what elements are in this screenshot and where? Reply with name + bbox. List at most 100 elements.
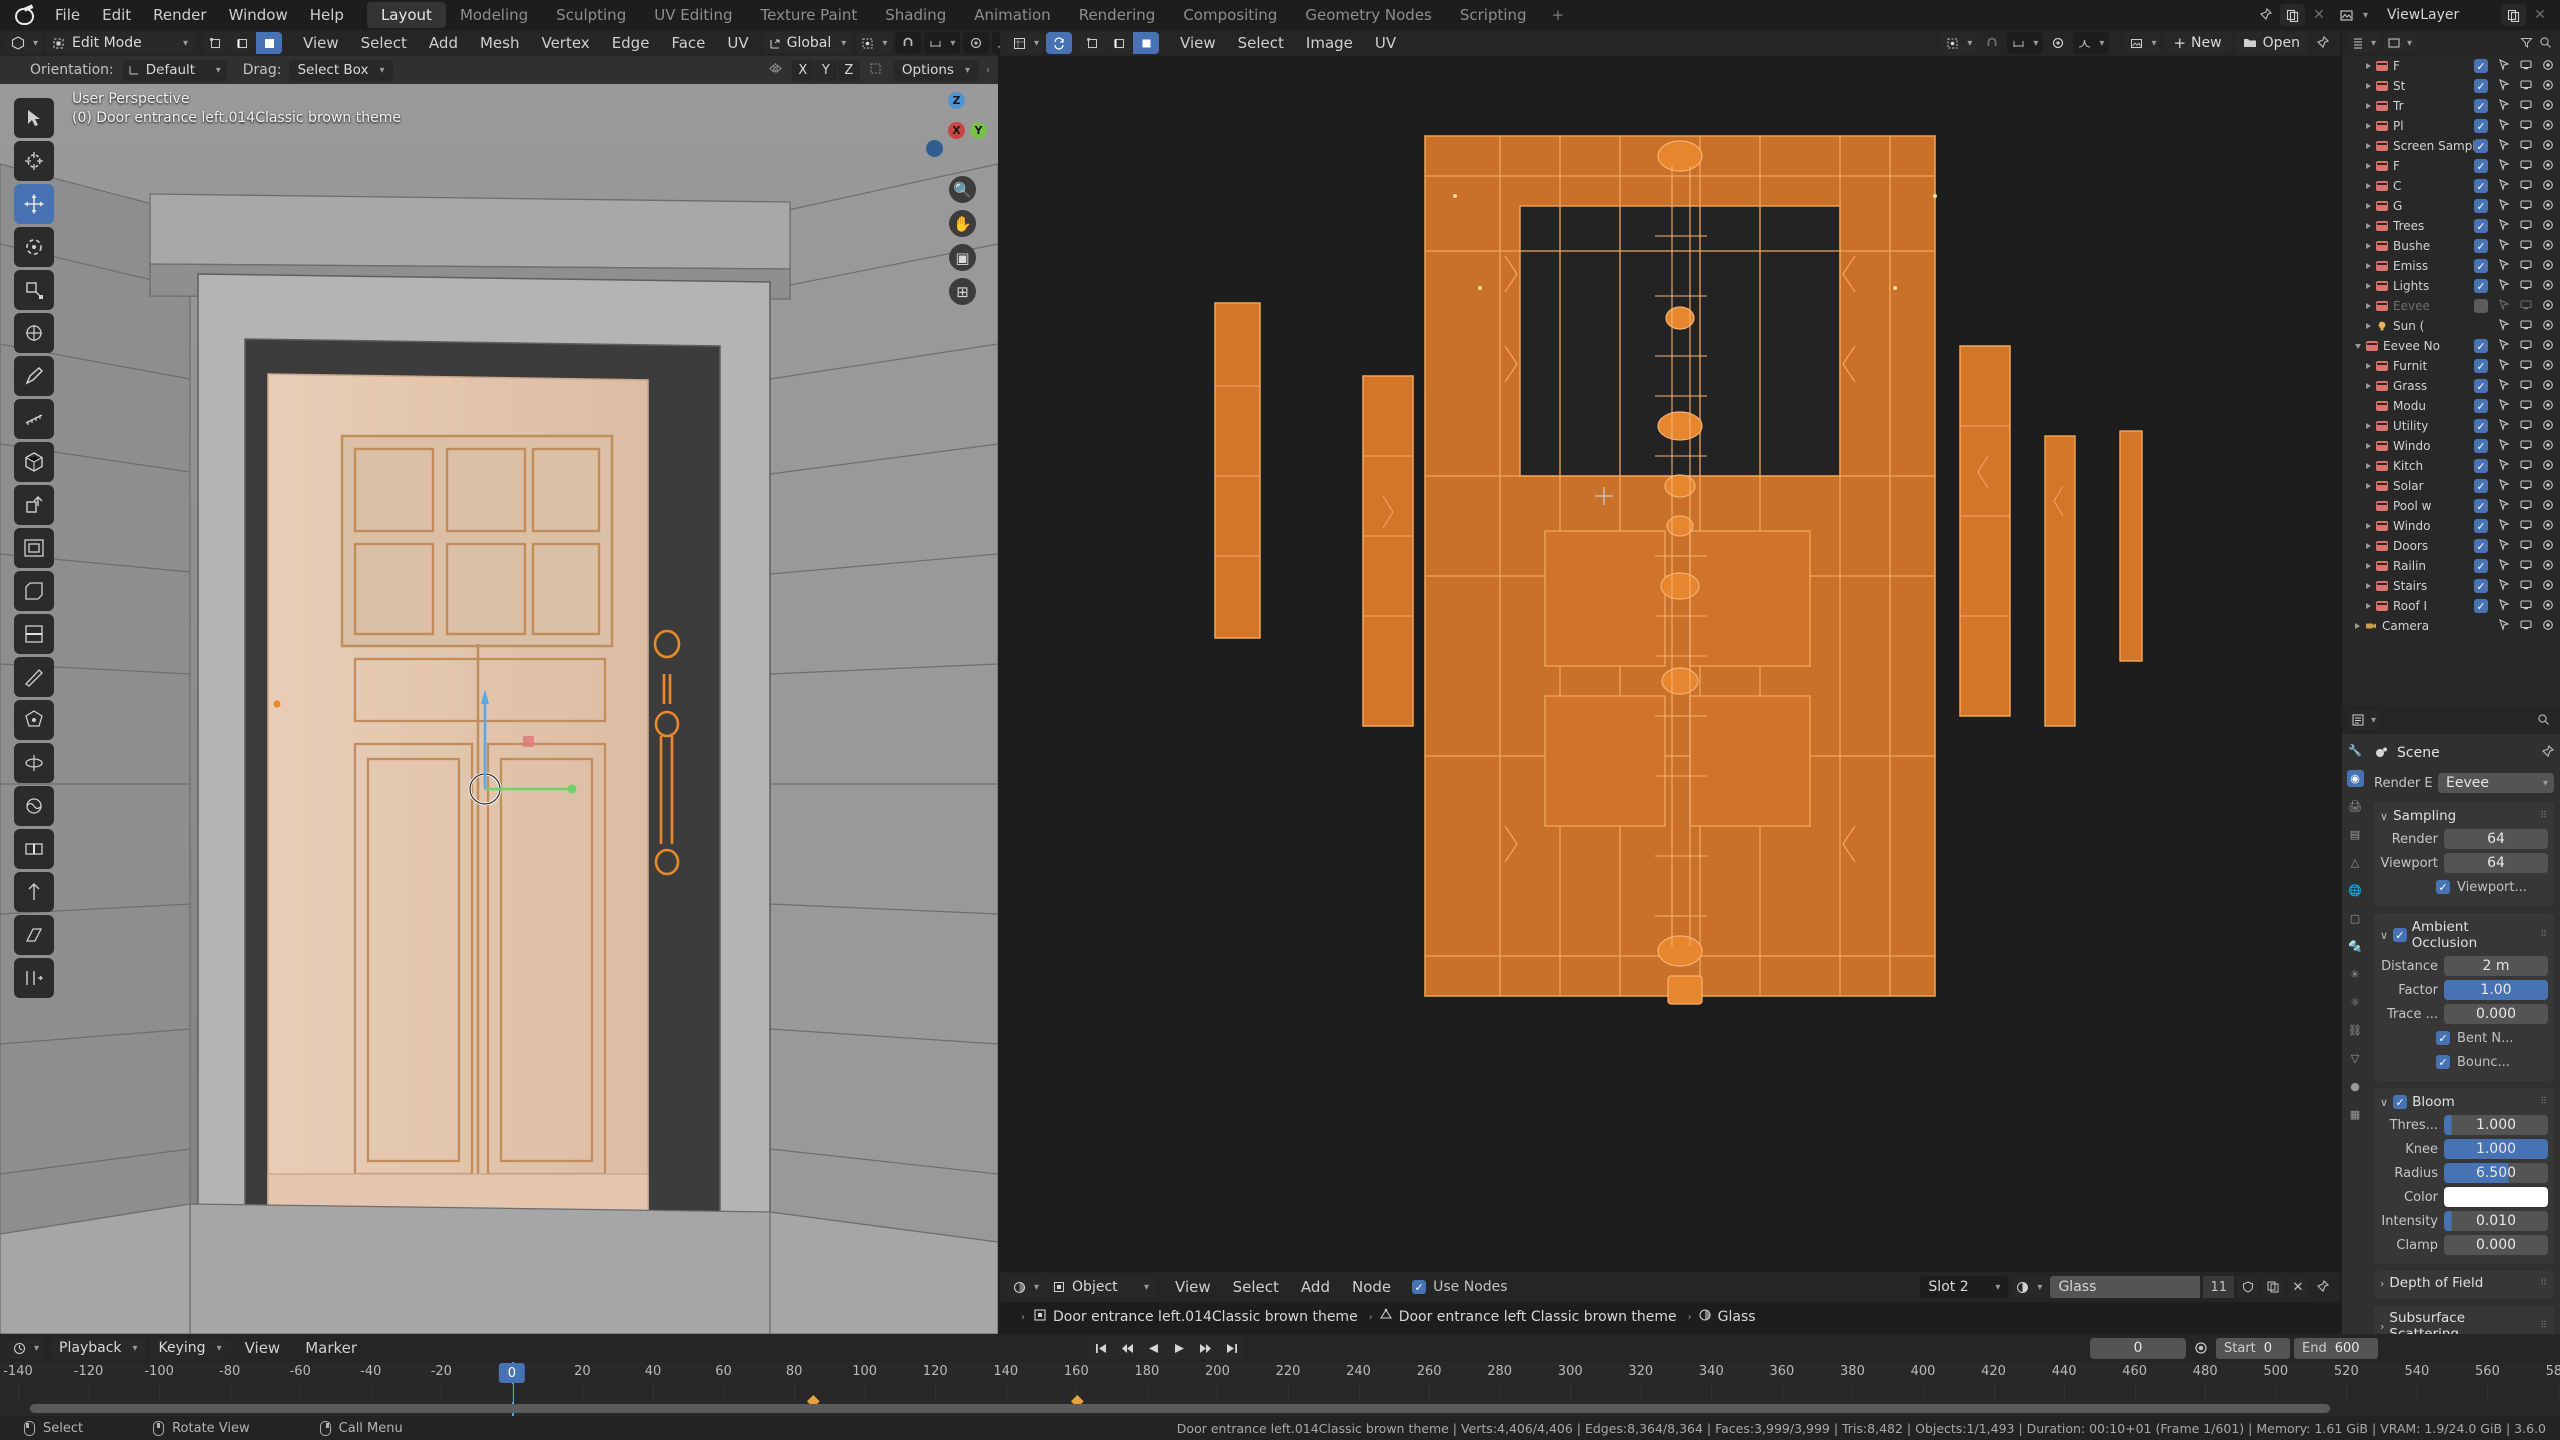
disable-in-renders-icon[interactable] [2542, 239, 2554, 254]
selectable-icon[interactable] [2498, 359, 2510, 374]
add-cube-icon[interactable] [14, 442, 54, 482]
collection-checkbox[interactable]: ✓ [2474, 379, 2488, 393]
topbar-menu-render[interactable]: Render [142, 2, 217, 28]
hide-in-viewport-icon[interactable] [2520, 259, 2532, 274]
start-frame-value[interactable]: 0 [2264, 1341, 2290, 1356]
uv-falloff-icon[interactable]: ▾ [2073, 32, 2109, 54]
end-frame-value[interactable]: 600 [2335, 1341, 2378, 1356]
smooth-icon[interactable] [14, 786, 54, 826]
disable-in-renders-icon[interactable] [2542, 279, 2554, 294]
collection-checkbox[interactable]: ✓ [2474, 519, 2488, 533]
remove-viewlayer-icon[interactable]: ✕ [2530, 7, 2550, 23]
properties-tab-constraint[interactable]: ⛓ [2347, 1022, 2364, 1039]
hide-in-viewport-icon[interactable] [2520, 359, 2532, 374]
hide-in-viewport-icon[interactable] [2520, 539, 2532, 554]
selectable-icon[interactable] [2498, 239, 2510, 254]
disable-in-renders-icon[interactable] [2542, 599, 2554, 614]
expand-arrow-icon[interactable] [2366, 523, 2371, 529]
collection-checkbox[interactable]: ✓ [2474, 419, 2488, 433]
collection-checkbox[interactable]: ✓ [2474, 359, 2488, 373]
expand-arrow-icon[interactable] [2366, 323, 2371, 329]
collection-checkbox[interactable]: ✓ [2474, 179, 2488, 193]
property-value-field[interactable]: 1.000 [2444, 1115, 2548, 1135]
uv-snap-target-icon[interactable]: ▾ [2007, 32, 2043, 54]
workspace-tab-texture-paint[interactable]: Texture Paint [746, 2, 871, 28]
expand-arrow-icon[interactable] [2366, 583, 2371, 589]
collection-checkbox[interactable]: ✓ [2474, 439, 2488, 453]
disable-in-renders-icon[interactable] [2542, 559, 2554, 574]
outliner-row[interactable]: Railin✓ [2342, 556, 2560, 576]
selectable-icon[interactable] [2498, 499, 2510, 514]
outliner-row[interactable]: Stairs✓ [2342, 576, 2560, 596]
property-value-field[interactable]: 1.00 [2444, 980, 2548, 1000]
property-value-field[interactable]: 0.000 [2444, 1004, 2548, 1024]
selectable-icon[interactable] [2498, 599, 2510, 614]
blender-logo-icon[interactable] [10, 2, 40, 28]
selectable-icon[interactable] [2498, 459, 2510, 474]
collection-checkbox[interactable]: ✓ [2474, 279, 2488, 293]
disable-in-renders-icon[interactable] [2542, 499, 2554, 514]
disable-in-renders-icon[interactable] [2542, 199, 2554, 214]
copy-material-icon[interactable] [2262, 1276, 2284, 1298]
breadcrumb-item[interactable]: Door entrance left.014Classic brown them… [1033, 1308, 1358, 1326]
new-viewlayer-button[interactable] [2501, 4, 2526, 26]
uv-vertex-select-icon[interactable] [1079, 32, 1105, 54]
panel-header[interactable]: ›Depth of Field⠿ [2380, 1275, 2548, 1291]
outliner-row[interactable]: Eevee✓ [2342, 296, 2560, 316]
vertex-select-icon[interactable] [202, 32, 228, 54]
outliner-row[interactable]: Camera [2342, 616, 2560, 636]
hide-in-viewport-icon[interactable] [2520, 319, 2532, 334]
properties-pin-icon[interactable] [2540, 744, 2554, 763]
uv-magnet-icon[interactable] [1980, 36, 2004, 50]
hide-in-viewport-icon[interactable] [2520, 199, 2532, 214]
panel-collapse-arrow-icon[interactable]: ∨ [2380, 810, 2388, 823]
property-value-field[interactable]: 64 [2444, 853, 2548, 873]
viewport-menu-face[interactable]: Face [660, 30, 716, 56]
disable-in-renders-icon[interactable] [2542, 339, 2554, 354]
shader-pin-icon[interactable] [2312, 1280, 2332, 1294]
viewport-menu-vertex[interactable]: Vertex [530, 30, 600, 56]
outliner-row[interactable]: G✓ [2342, 196, 2560, 216]
properties-panel[interactable]: Scene Render E... Eevee ▾ ∨Sampling⠿Rend… [2368, 734, 2560, 1420]
panel-drag-handle[interactable]: ⠿ [2540, 1278, 2548, 1288]
playback-menu[interactable]: Playback▾ [50, 1338, 147, 1359]
uv-editor-canvas[interactable]: UVMap [1000, 56, 2340, 1272]
property-checkbox-row[interactable]: ✓Bent N... [2380, 1027, 2548, 1049]
expand-arrow-icon[interactable] [2366, 63, 2371, 69]
hide-in-viewport-icon[interactable] [2520, 179, 2532, 194]
panel-header[interactable]: ∨✓Bloom⠿ [2380, 1094, 2548, 1110]
pivot-icon[interactable]: ▾ [856, 32, 892, 54]
hide-in-viewport-icon[interactable] [2520, 559, 2532, 574]
cursor-icon[interactable] [14, 141, 54, 181]
expand-arrow-icon[interactable] [2366, 243, 2371, 249]
render-engine-dropdown[interactable]: Eevee ▾ [2438, 773, 2554, 793]
material-slot-selector[interactable]: Slot 2 ▾ [1920, 1276, 2008, 1298]
outliner-row[interactable]: F✓ [2342, 156, 2560, 176]
selectable-icon[interactable] [2498, 519, 2510, 534]
magnet-icon[interactable] [895, 32, 921, 54]
snap-target-icon[interactable]: ▾ [924, 32, 960, 54]
collection-checkbox[interactable]: ✓ [2474, 579, 2488, 593]
knife-icon[interactable] [14, 657, 54, 697]
workspace-tab-rendering[interactable]: Rendering [1065, 2, 1170, 28]
selectable-icon[interactable] [2498, 99, 2510, 114]
uv-proportional-edit-icon[interactable] [2046, 36, 2070, 50]
gizmo-z-neg[interactable] [926, 140, 943, 157]
panel-drag-handle[interactable]: ⠿ [2540, 1321, 2548, 1331]
disable-in-renders-icon[interactable] [2542, 379, 2554, 394]
collection-checkbox[interactable]: ✓ [2474, 79, 2488, 93]
timeline-scrollbar[interactable] [30, 1404, 2330, 1413]
collection-checkbox[interactable]: ✓ [2474, 499, 2488, 513]
disable-in-renders-icon[interactable] [2542, 179, 2554, 194]
scale-icon[interactable] [14, 270, 54, 310]
3d-viewport[interactable]: User Perspective (0) Door entrance left.… [0, 84, 998, 1334]
outliner-row[interactable]: Grass✓ [2342, 376, 2560, 396]
material-name-field[interactable]: Glass [2050, 1276, 2200, 1298]
selectable-icon[interactable] [2498, 619, 2510, 634]
loop-cut-icon[interactable] [14, 614, 54, 654]
material-browse-icon[interactable]: ▾ [2011, 1276, 2047, 1298]
properties-tab-particles[interactable]: ✳ [2347, 966, 2364, 983]
properties-tab-world[interactable]: 🌐 [2347, 882, 2364, 899]
remove-scene-icon[interactable]: ✕ [2309, 7, 2329, 23]
uv-menu-uv[interactable]: UV [1364, 30, 1407, 56]
